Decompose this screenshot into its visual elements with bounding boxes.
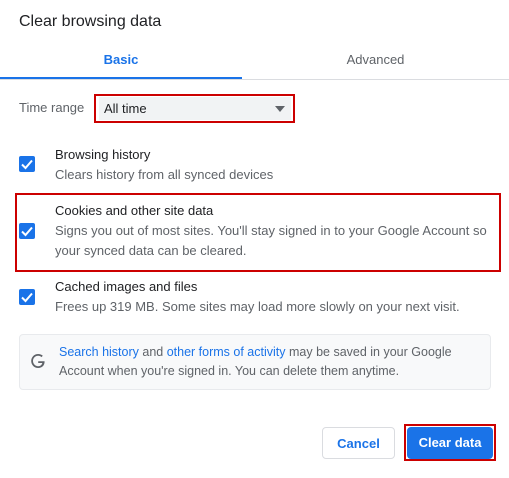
cookies-desc-line1: Signs you out of most sites. You'll stay… bbox=[55, 223, 487, 238]
cookies-checkbox[interactable] bbox=[19, 223, 35, 239]
browsing-history-desc: Clears history from all synced devices bbox=[55, 167, 274, 182]
checkmark-icon bbox=[21, 159, 33, 170]
tab-basic[interactable]: Basic bbox=[0, 44, 242, 79]
dropdown-arrow-icon bbox=[275, 106, 285, 112]
time-range-label: Time range bbox=[19, 100, 85, 115]
clear-data-button[interactable]: Clear data bbox=[407, 427, 493, 459]
tab-advanced[interactable]: Advanced bbox=[242, 44, 509, 79]
other-activity-link[interactable]: other forms of activity bbox=[167, 345, 286, 359]
google-g-icon bbox=[31, 354, 45, 368]
checkmark-icon bbox=[21, 226, 33, 237]
cached-images-checkbox[interactable] bbox=[19, 289, 35, 305]
info-and-text: and bbox=[138, 345, 167, 359]
clear-browsing-data-dialog: Clear browsing data Basic Advanced Time … bbox=[0, 0, 509, 478]
cancel-button[interactable]: Cancel bbox=[322, 427, 395, 459]
cached-images-desc: Frees up 319 MB. Some sites may load mor… bbox=[55, 299, 460, 314]
cookies-desc-line2: your synced data can be cleared. bbox=[55, 243, 247, 258]
search-history-link[interactable]: Search history bbox=[59, 345, 139, 359]
account-info-text: Search history and other forms of activi… bbox=[59, 343, 484, 381]
time-range-value: All time bbox=[104, 101, 147, 116]
time-range-select[interactable]: All time bbox=[99, 97, 291, 120]
cookies-title: Cookies and other site data bbox=[55, 203, 214, 218]
cached-images-title: Cached images and files bbox=[55, 279, 198, 294]
dialog-title: Clear browsing data bbox=[19, 13, 162, 30]
browsing-history-title: Browsing history bbox=[55, 147, 151, 162]
browsing-history-checkbox[interactable] bbox=[19, 156, 35, 172]
account-info-box: Search history and other forms of activi… bbox=[19, 334, 491, 390]
tab-bar: Basic Advanced bbox=[0, 44, 509, 80]
checkmark-icon bbox=[21, 292, 33, 303]
